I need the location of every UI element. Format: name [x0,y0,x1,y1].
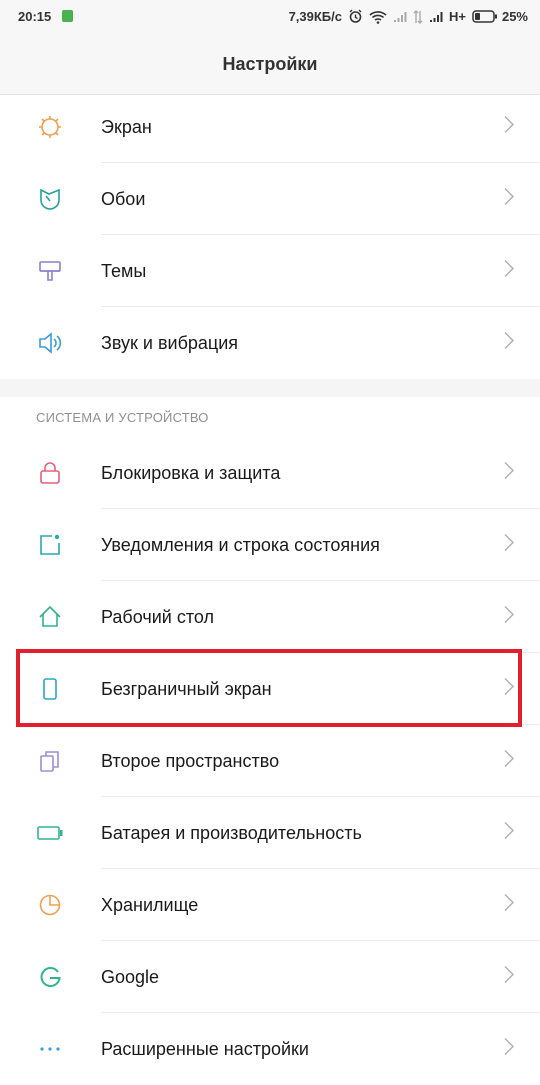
network-type: H+ [448,9,466,24]
status-bar: 20:15 7,39КБ/с H+ 25% [0,0,540,34]
app-header: Настройки [0,34,540,95]
settings-item-second-space[interactable]: Второе пространство [0,725,540,797]
settings-item-label: Экран [101,116,152,137]
page-title: Настройки [222,53,318,74]
data-transfer-icon [413,9,423,24]
chevron-right-icon [504,1037,515,1061]
home-icon [36,603,64,631]
chevron-right-icon [504,749,515,773]
settings-item-label: Темы [101,260,147,281]
lock-icon [36,459,64,487]
settings-item-wallpaper[interactable]: Обои [0,163,540,235]
settings-item-label: Обои [101,188,146,209]
section-header: СИСТЕМА И УСТРОЙСТВО [0,397,540,437]
notification-icon [36,531,64,559]
settings-item-storage[interactable]: Хранилище [0,869,540,941]
second-space-icon [36,747,64,775]
settings-item-label: Расширенные настройки [101,1038,309,1059]
more-dots-icon [36,1035,64,1063]
chevron-right-icon [504,893,515,917]
settings-item-label: Уведомления и строка состояния [101,534,380,555]
settings-item-label: Хранилище [101,894,199,915]
settings-item-label: Блокировка и защита [101,462,281,483]
chevron-right-icon [504,821,515,845]
speaker-icon [36,329,64,357]
signal-icon-sim1 [393,11,407,23]
chevron-right-icon [504,461,515,485]
section-gap [0,379,540,397]
section-title: СИСТЕМА И УСТРОЙСТВО [36,410,209,425]
settings-item-lock[interactable]: Блокировка и защита [0,437,540,509]
settings-item-screen[interactable]: Экран [0,91,540,163]
settings-item-label: Батарея и производительность [101,822,362,843]
settings-item-advanced[interactable]: Расширенные настройки [0,1013,540,1085]
battery-icon [36,819,64,847]
settings-item-sound[interactable]: Звук и вибрация [0,307,540,379]
sun-icon [36,113,64,141]
battery-percent: 25% [501,9,528,24]
highlight-annotation-box [16,649,522,727]
chevron-right-icon [504,259,515,283]
chevron-right-icon [504,115,515,139]
chevron-right-icon [504,605,515,629]
settings-item-label: Звук и вибрация [101,332,239,353]
battery-status-icon [472,10,497,23]
settings-item-home-screen[interactable]: Рабочий стол [0,581,540,653]
app-notification-icon [62,10,73,22]
chevron-right-icon [504,187,515,211]
storage-pie-icon [36,891,64,919]
settings-item-battery[interactable]: Батарея и производительность [0,797,540,869]
settings-item-label: Рабочий стол [101,606,214,627]
settings-list: Экран Обои Темы Звук и вибрация СИСТЕМА … [0,91,540,1085]
battery-indicator: 25% [472,9,528,24]
network-speed: 7,39КБ/с [288,9,342,24]
wifi-icon [369,10,387,24]
signal-icon-sim2 [429,11,443,23]
google-icon [36,963,64,991]
wallpaper-icon [36,185,64,213]
chevron-right-icon [504,331,515,355]
settings-item-label: Второе пространство [101,750,280,771]
theme-brush-icon [36,257,64,285]
settings-item-themes[interactable]: Темы [0,235,540,307]
status-time: 20:15 [18,9,52,24]
settings-item-notifications[interactable]: Уведомления и строка состояния [0,509,540,581]
settings-item-label: Google [101,966,160,987]
chevron-right-icon [504,533,515,557]
alarm-icon [348,9,363,24]
chevron-right-icon [504,965,515,989]
settings-item-google[interactable]: Google [0,941,540,1013]
